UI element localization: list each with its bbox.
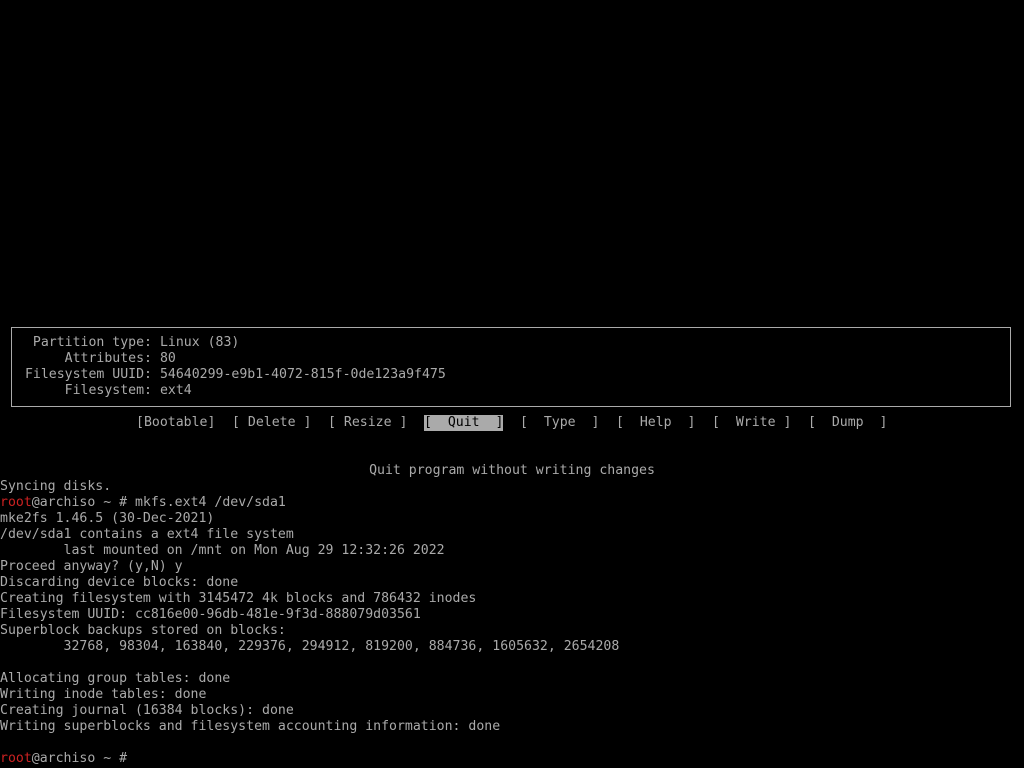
partition-type-value: Linux (83) — [159, 335, 240, 350]
terminal-line: Allocating group tables: done — [0, 671, 231, 686]
terminal-line: Syncing disks. — [0, 479, 112, 494]
command-input[interactable] — [127, 751, 135, 766]
terminal-screen: Partition type: Linux (83) Attributes: 8… — [0, 0, 1024, 768]
terminal-line: Writing inode tables: done — [0, 687, 207, 702]
action-menu: [Bootable] [ Delete ] [ Resize ] [ Quit … — [0, 415, 1024, 431]
filesystem-value: ext4 — [159, 383, 192, 398]
type-button[interactable]: [ Type ] — [520, 415, 599, 431]
resize-button[interactable]: [ Resize ] — [328, 415, 407, 431]
terminal-line: last mounted on /mnt on Mon Aug 29 12:32… — [0, 543, 445, 558]
quit-button[interactable]: [ Quit ] — [424, 415, 504, 431]
prompt-host: @archiso ~ # — [31, 751, 128, 766]
terminal-line: Filesystem UUID: cc816e00-96db-481e-9f3d… — [0, 607, 421, 622]
filesystem-uuid-value: 54640299-e9b1-4072-815f-0de123a9f475 — [159, 367, 446, 382]
terminal-line: /dev/sda1 contains a ext4 file system — [0, 527, 294, 542]
attributes-label: Attributes: — [64, 351, 152, 366]
partition-type-row: Partition type: Linux (83) — [16, 335, 239, 351]
prompt-host: @archiso ~ # — [31, 495, 128, 510]
prompt-user: root — [0, 751, 32, 766]
attributes-value: 80 — [159, 351, 176, 366]
filesystem-label: Filesystem: — [64, 383, 152, 398]
menu-hint: Quit program without writing changes — [369, 463, 655, 478]
write-button[interactable]: [ Write ] — [712, 415, 791, 431]
terminal-prompt-line: root@archiso ~ # mkfs.ext4 /dev/sda1 — [0, 495, 286, 511]
command-text: mkfs.ext4 /dev/sda1 — [127, 495, 286, 510]
filesystem-uuid-label: Filesystem UUID: — [24, 367, 152, 382]
terminal-line: Writing superblocks and filesystem accou… — [0, 719, 501, 734]
terminal-line: Creating filesystem with 3145472 4k bloc… — [0, 591, 477, 606]
dump-button[interactable]: [ Dump ] — [808, 415, 887, 431]
terminal-line: Discarding device blocks: done — [0, 575, 239, 590]
filesystem-row: Filesystem: ext4 — [16, 383, 192, 399]
help-button[interactable]: [ Help ] — [616, 415, 695, 431]
bootable-button[interactable]: [Bootable] — [136, 415, 215, 431]
partition-type-label: Partition type: — [32, 335, 152, 350]
terminal-line: Superblock backups stored on blocks: — [0, 623, 286, 638]
partition-info-box: Partition type: Linux (83) Attributes: 8… — [11, 327, 1011, 407]
prompt-user: root — [0, 495, 32, 510]
terminal-line: mke2fs 1.46.5 (30-Dec-2021) — [0, 511, 215, 526]
delete-button[interactable]: [ Delete ] — [232, 415, 311, 431]
terminal-line: Creating journal (16384 blocks): done — [0, 703, 294, 718]
terminal-line: 32768, 98304, 163840, 229376, 294912, 81… — [0, 639, 620, 654]
filesystem-uuid-row: Filesystem UUID: 54640299-e9b1-4072-815f… — [16, 367, 446, 383]
terminal-current-prompt[interactable]: root@archiso ~ # — [0, 751, 135, 767]
terminal-line: Proceed anyway? (y,N) y — [0, 559, 183, 574]
attributes-row: Attributes: 80 — [16, 351, 176, 367]
